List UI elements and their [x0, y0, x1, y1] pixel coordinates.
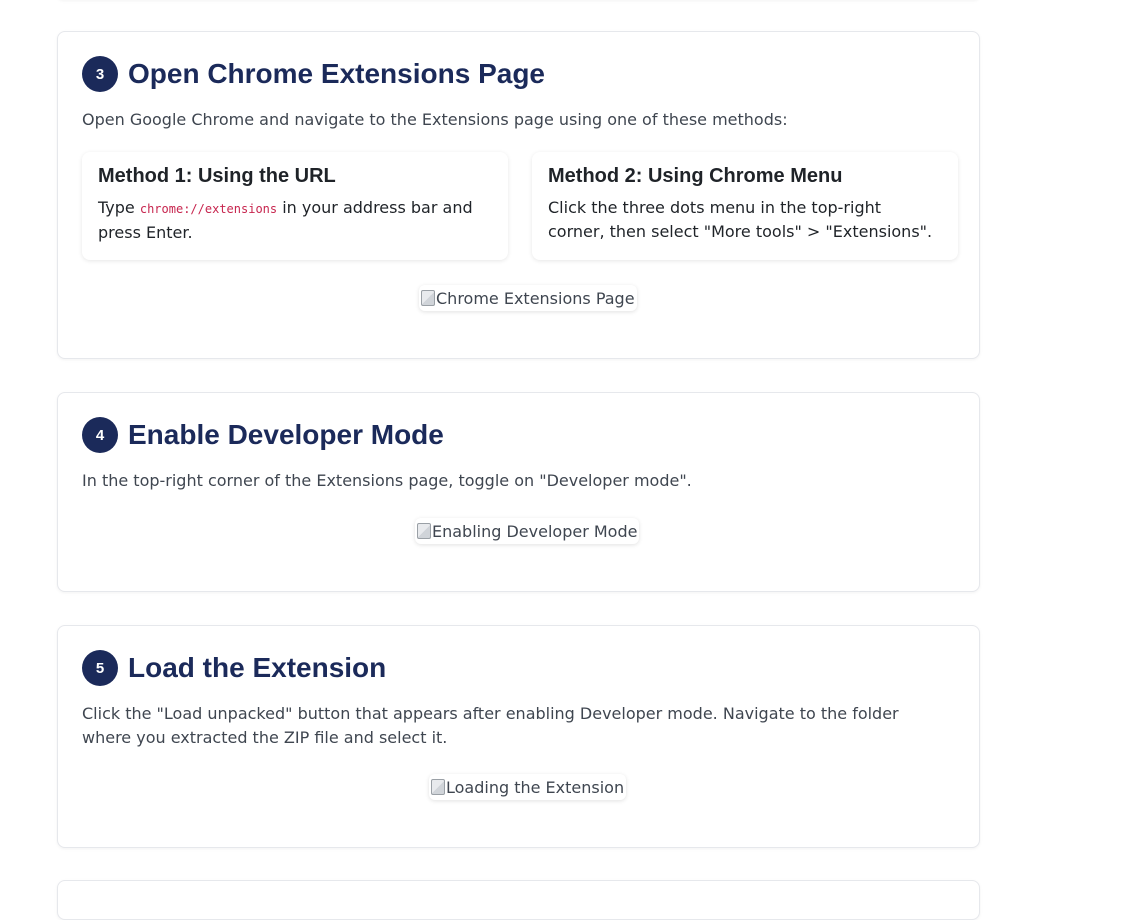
step-description: In the top-right corner of the Extension…: [82, 471, 692, 490]
step-card-3: 3 Open Chrome Extensions Page Open Googl…: [57, 31, 980, 359]
method-card-url: Method 1: Using the URL Type chrome://ex…: [82, 152, 508, 260]
url-code: chrome://extensions: [139, 202, 278, 216]
load-extension-image: Loading the Extension: [429, 774, 627, 800]
method-text: Type chrome://extensions in your address…: [98, 196, 492, 245]
method-card-menu: Method 2: Using Chrome Menu Click the th…: [532, 152, 958, 260]
step-title: Open Chrome Extensions Page: [128, 58, 545, 89]
step-header: 4 Enable Developer Mode: [82, 417, 444, 453]
image-alt-text: Enabling Developer Mode: [432, 521, 638, 541]
step-header: 3 Open Chrome Extensions Page: [82, 56, 545, 92]
step-description: Open Google Chrome and navigate to the E…: [82, 110, 788, 129]
chrome-extensions-image: Chrome Extensions Page: [419, 285, 637, 311]
broken-image-icon: [431, 779, 445, 795]
step-number-badge: 4: [82, 417, 118, 453]
step-header: 5 Load the Extension: [82, 650, 386, 686]
step-card-4: 4 Enable Developer Mode In the top-right…: [57, 392, 980, 592]
step-number-badge: 5: [82, 650, 118, 686]
next-step-card: [57, 880, 980, 920]
step-title: Enable Developer Mode: [128, 419, 444, 450]
method-title: Method 1: Using the URL: [98, 165, 336, 187]
step-card-5: 5 Load the Extension Click the "Load unp…: [57, 625, 980, 848]
method-text-before: Type: [98, 198, 140, 217]
broken-image-icon: [417, 523, 431, 539]
method-text: Click the three dots menu in the top-rig…: [548, 198, 933, 241]
step-title: Load the Extension: [128, 652, 387, 683]
image-alt-text: Loading the Extension: [446, 777, 625, 797]
developer-mode-image: Enabling Developer Mode: [415, 518, 640, 544]
method-title: Method 2: Using Chrome Menu: [548, 165, 843, 187]
image-alt-text: Chrome Extensions Page: [436, 288, 635, 308]
step-description: Click the "Load unpacked" button that ap…: [82, 704, 899, 747]
broken-image-icon: [421, 290, 435, 306]
step-number-badge: 3: [82, 56, 118, 92]
